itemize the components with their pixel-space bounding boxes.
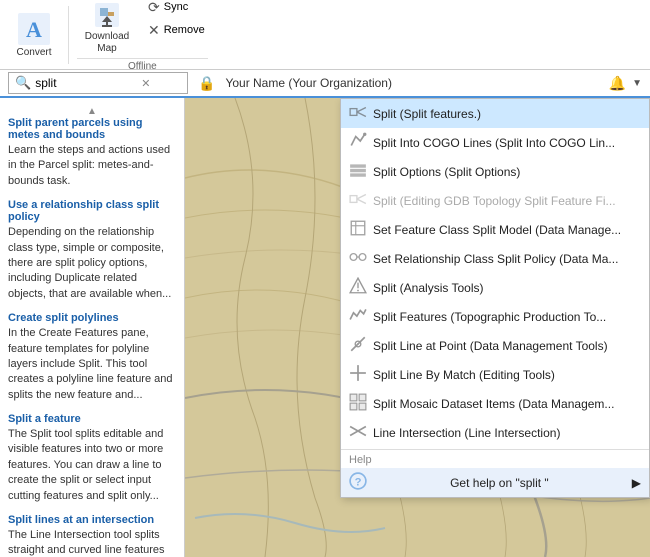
get-help-item[interactable]: ? Get help on "split " ▶ [341,468,649,497]
remove-button[interactable]: ✕ Remove [145,21,208,40]
split-topographic-icon [349,306,367,327]
dropdown-panel: Split (Split features.) Split Into COGO L… [340,98,650,498]
dropdown-item-split-editing: Split (Editing GDB Topology Split Featur… [341,186,649,215]
remove-label: Remove [164,24,205,36]
dropdown-item-split-features[interactable]: Split (Split features.) [341,99,649,128]
ribbon-sync-remove: ⟳ Sync ✕ Remove [145,0,208,40]
chevron-down-icon: ▼ [632,78,642,89]
ribbon: A Convert DownloadMap [0,0,650,70]
help-text-2: In the Create Features pane, feature tem… [8,326,176,403]
dropdown-divider-1 [341,449,649,450]
split-topographic-label: Split Features (Topographic Production T… [373,310,606,324]
user-name: Your Name (Your Organization) [225,76,392,90]
split-at-point-label: Split Line at Point (Data Management Too… [373,339,608,353]
split-cogo-icon [349,132,367,153]
offline-group-label: Offline [77,58,208,72]
sync-button[interactable]: ⟳ Sync [145,0,208,17]
dropdown-item-split-mosaic[interactable]: Split Mosaic Dataset Items (Data Managem… [341,389,649,418]
search-icon: 🔍 [15,75,31,91]
lock-icon: 🔒 [198,75,215,92]
help-panel: ▲ Split parent parcels using metes and b… [0,98,185,557]
dropdown-item-split-by-match[interactable]: Split Line By Match (Editing Tools) [341,360,649,389]
help-section-label: Help [341,452,649,468]
remove-icon: ✕ [148,22,160,39]
main-area: ▲ Split parent parcels using metes and b… [0,98,650,557]
help-text-3: The Split tool splits editable and visib… [8,427,176,504]
split-features-icon [349,103,367,124]
help-title-0[interactable]: Split parent parcels using metes and bou… [8,117,176,141]
dropdown-item-split-policy[interactable]: Set Relationship Class Split Policy (Dat… [341,244,649,273]
sync-icon: ⟳ [148,0,160,16]
help-section-2: Create split polylines In the Create Feat… [8,312,176,403]
split-options-icon [349,161,367,182]
help-title-4[interactable]: Split lines at an intersection [8,514,176,526]
dropdown-item-split-model[interactable]: Set Feature Class Split Model (Data Mana… [341,215,649,244]
help-title-1[interactable]: Use a relationship class split policy [8,199,176,223]
help-section-3: Split a feature The Split tool splits edi… [8,413,176,504]
split-analysis-icon [349,277,367,298]
get-help-label: Get help on "split " [450,476,549,490]
split-policy-icon [349,248,367,269]
split-at-point-icon [349,335,367,356]
dropdown-item-split-topographic[interactable]: Split Features (Topographic Production T… [341,302,649,331]
ribbon-group-convert: A Convert [8,6,69,64]
split-mosaic-label: Split Mosaic Dataset Items (Data Managem… [373,397,614,411]
search-input-wrap[interactable]: 🔍 ✕ [8,72,188,94]
dropdown-item-split-analysis[interactable]: Split (Analysis Tools) [341,273,649,302]
convert-button[interactable]: A Convert [8,6,60,64]
map-area: Split (Split features.) Split Into COGO L… [185,98,650,557]
split-model-icon [349,219,367,240]
split-by-match-label: Split Line By Match (Editing Tools) [373,368,555,382]
scroll-up-arrow[interactable]: ▲ [8,106,176,117]
ribbon-group-offline: DownloadMap ⟳ Sync ✕ Remove Offline [77,0,208,72]
help-icon: ? [349,472,367,493]
split-options-label: Split Options (Split Options) [373,165,520,179]
sync-label: Sync [164,1,188,13]
split-by-match-icon [349,364,367,385]
convert-label: Convert [16,47,51,58]
help-title-2[interactable]: Create split polylines [8,312,176,324]
help-text-1: Depending on the relationship class type… [8,225,176,302]
help-title-3[interactable]: Split a feature [8,413,176,425]
svg-text:?: ? [355,477,362,489]
download-map-button[interactable]: DownloadMap [77,0,137,56]
search-bar: 🔍 ✕ 🔒 Your Name (Your Organization) 🔔 ▼ [0,70,650,98]
line-intersection-label: Line Intersection (Line Intersection) [373,426,560,440]
split-analysis-label: Split (Analysis Tools) [373,281,483,295]
dropdown-item-split-options[interactable]: Split Options (Split Options) [341,157,649,186]
search-clear-icon[interactable]: ✕ [139,77,152,90]
dropdown-item-line-intersection[interactable]: Line Intersection (Line Intersection) [341,418,649,447]
split-editing-icon [349,190,367,211]
download-icon [91,0,123,31]
help-section-1: Use a relationship class split policyDep… [8,199,176,302]
split-policy-label: Set Relationship Class Split Policy (Dat… [373,252,618,266]
svg-text:A: A [26,17,42,42]
split-editing-label: Split (Editing GDB Topology Split Featur… [373,194,616,208]
help-section-0: Split parent parcels using metes and bou… [8,117,176,189]
split-cogo-label: Split Into COGO Lines (Split Into COGO L… [373,136,615,150]
line-intersection-icon [349,422,367,443]
dropdown-item-split-cogo[interactable]: Split Into COGO Lines (Split Into COGO L… [341,128,649,157]
dropdown-item-split-at-point[interactable]: Split Line at Point (Data Management Too… [341,331,649,360]
split-model-label: Set Feature Class Split Model (Data Mana… [373,223,621,237]
get-help-arrow: ▶ [632,476,641,490]
help-section-4: Split lines at an intersection The Line I… [8,514,176,557]
download-map-label: DownloadMap [85,31,129,55]
split-mosaic-icon [349,393,367,414]
help-text-0: Learn the steps and actions used in the … [8,143,176,189]
split-features-label: Split (Split features.) [373,107,481,121]
bell-icon[interactable]: 🔔 [609,75,626,92]
help-text-4: The Line Intersection tool splits straig… [8,528,176,557]
search-input[interactable] [35,76,135,90]
